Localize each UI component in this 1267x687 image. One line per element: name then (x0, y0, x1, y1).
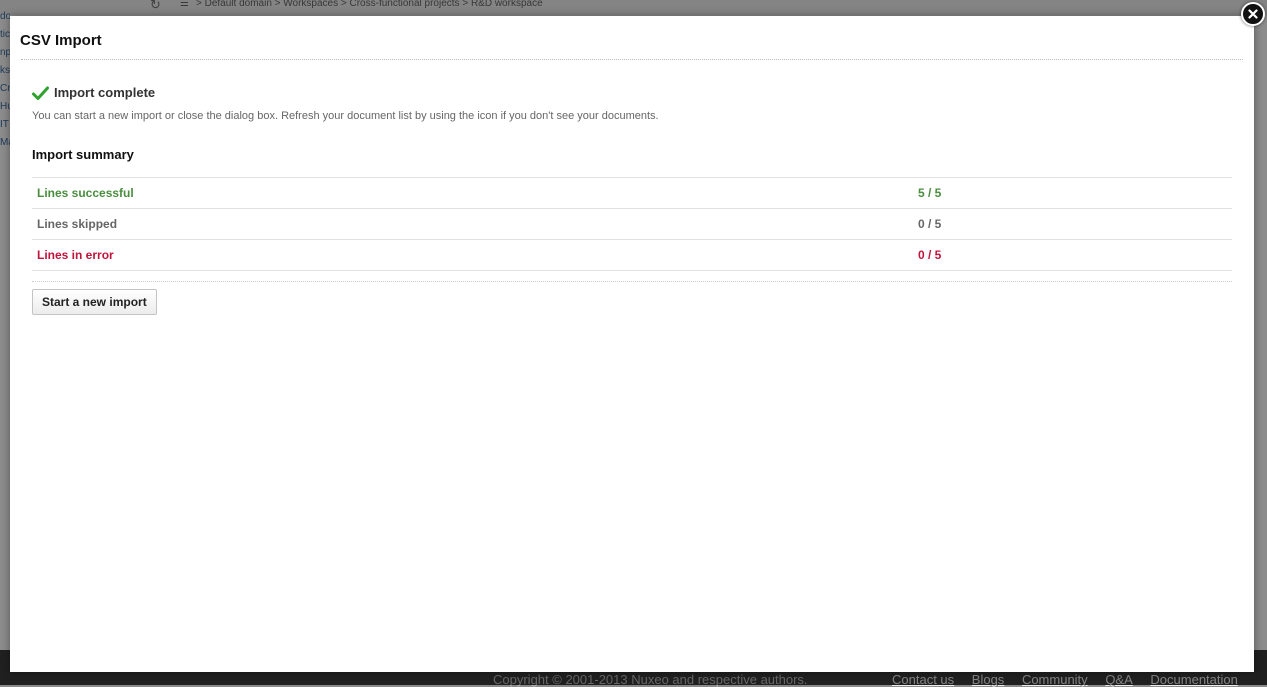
summary-value: 0 / 5 (918, 239, 1232, 271)
summary-value: 0 / 5 (918, 208, 1232, 240)
check-icon (32, 86, 49, 100)
table-divider (32, 281, 1232, 282)
summary-row-successful: Lines successful 5 / 5 (32, 177, 1232, 209)
summary-title: Import summary (32, 147, 134, 162)
summary-row-error: Lines in error 0 / 5 (32, 239, 1232, 271)
summary-label: Lines in error (32, 239, 918, 271)
close-icon (1248, 9, 1258, 19)
summary-label: Lines skipped (32, 208, 918, 240)
csv-import-dialog: CSV Import Import complete You can start… (10, 16, 1254, 672)
summary-label: Lines successful (32, 177, 918, 209)
summary-table: Lines successful 5 / 5 Lines skipped 0 /… (32, 177, 1232, 271)
status-title: Import complete (54, 85, 156, 100)
title-divider (21, 59, 1243, 60)
dialog-title: CSV Import (20, 32, 102, 49)
summary-row-skipped: Lines skipped 0 / 5 (32, 208, 1232, 240)
status-description: You can start a new import or close the … (32, 110, 659, 122)
start-new-import-button[interactable]: Start a new import (32, 289, 157, 315)
close-dialog-button[interactable] (1241, 2, 1265, 26)
summary-value: 5 / 5 (918, 177, 1232, 209)
